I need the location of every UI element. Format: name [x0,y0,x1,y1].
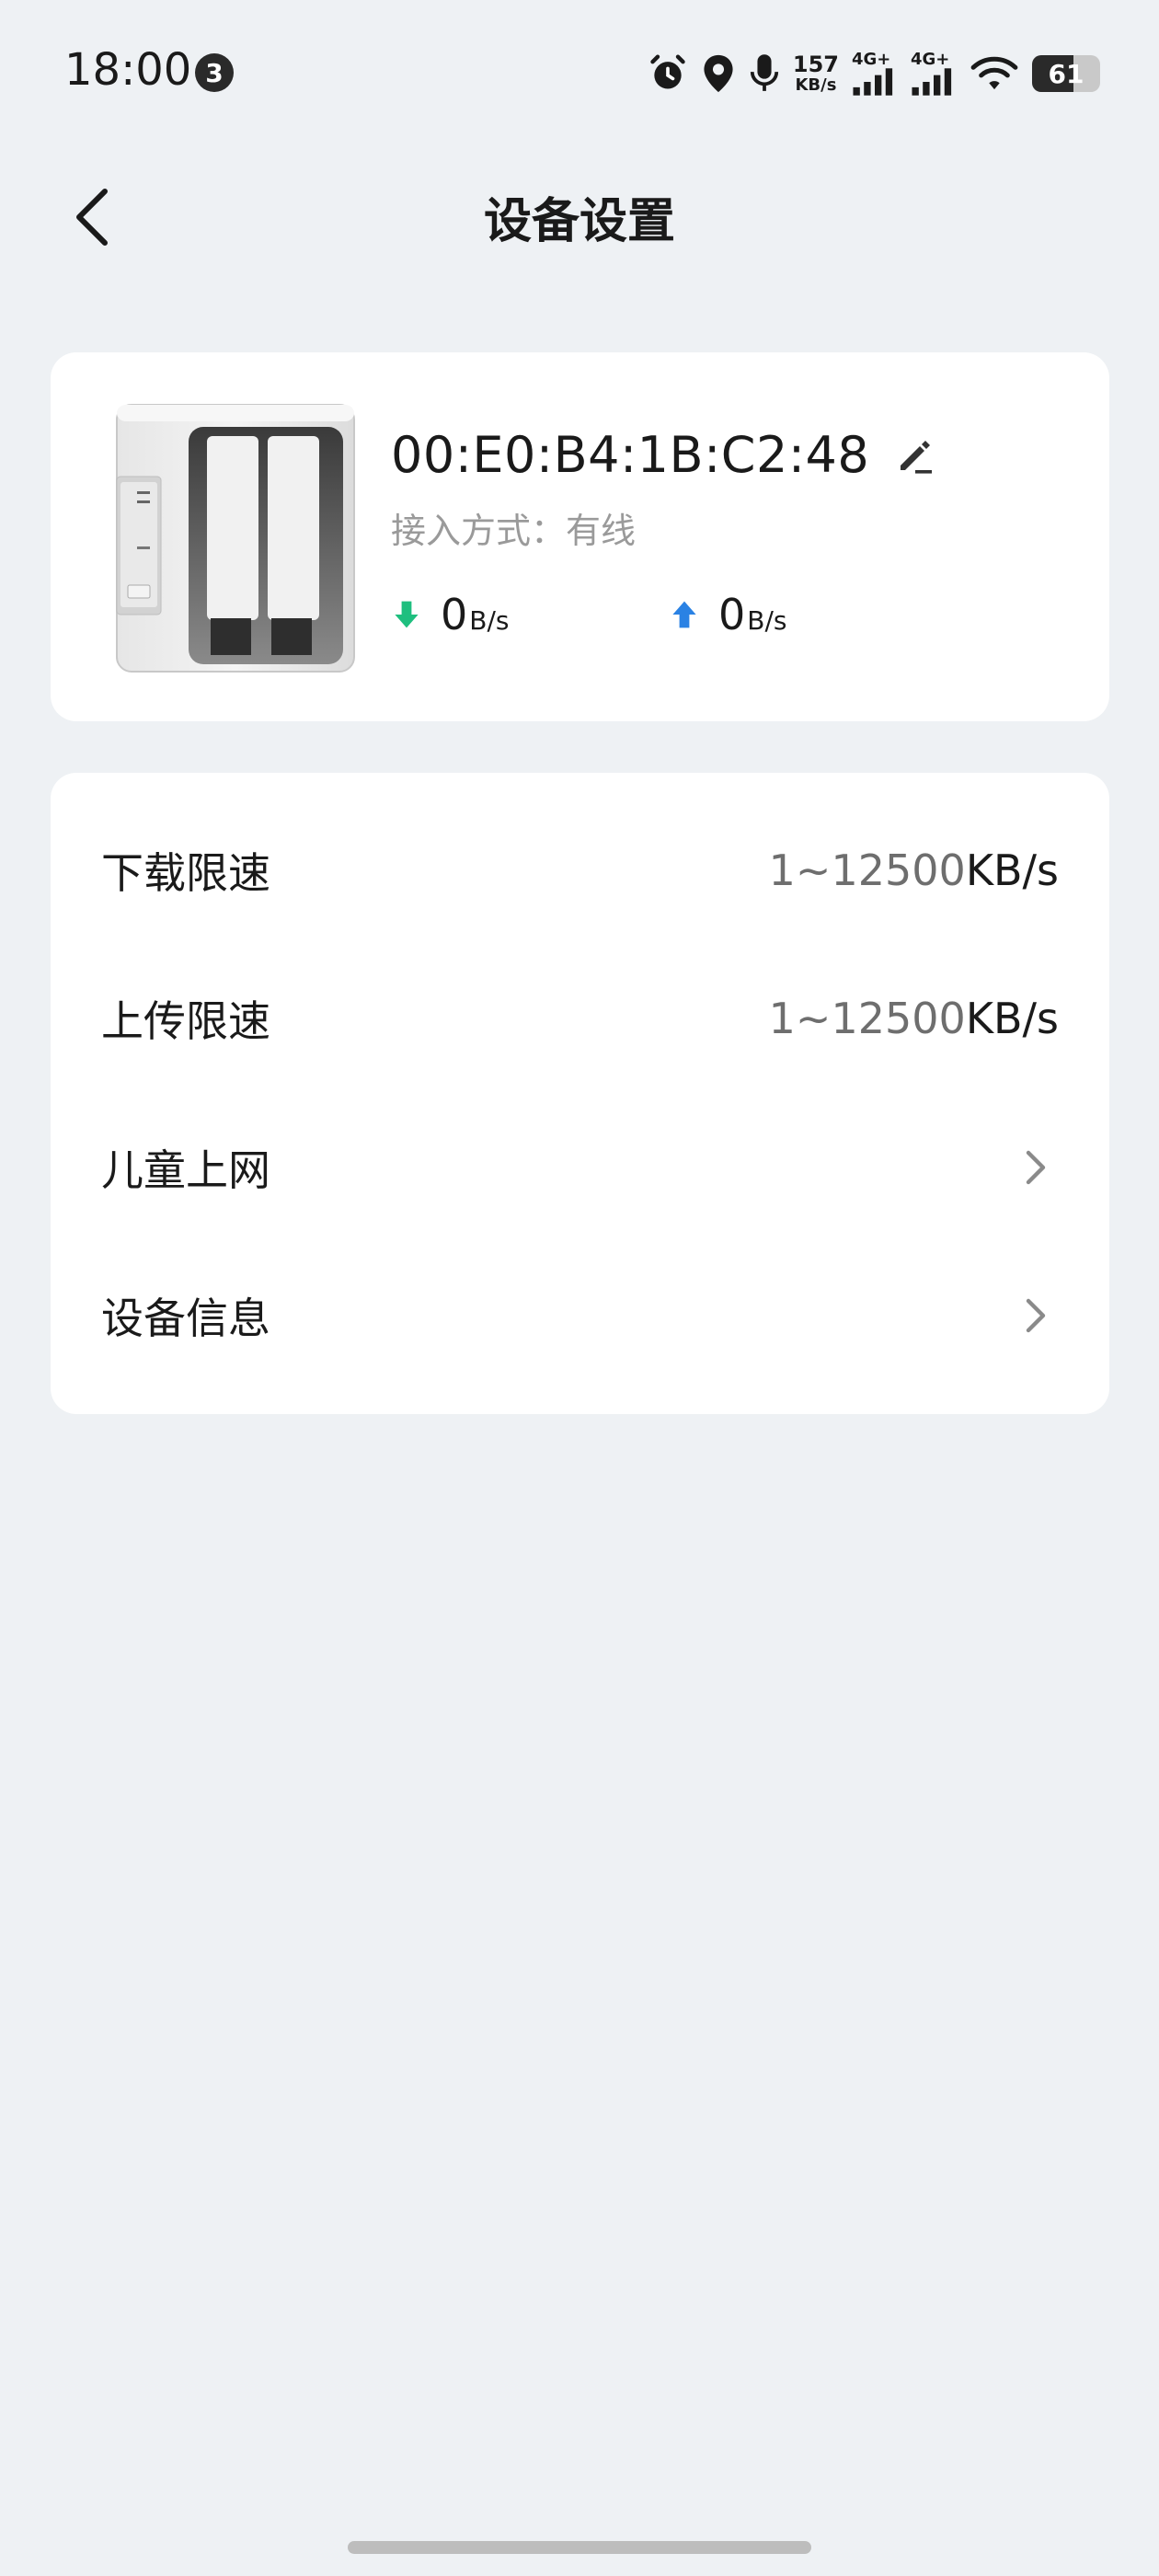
download-limit-range: 1~12500 [768,845,966,895]
signal-icon: 4G+ [911,52,957,96]
download-speed-unit: B/s [469,605,510,636]
location-icon [701,53,736,94]
battery-body: 61 [1032,55,1100,92]
download-limit-unit: KB/s [965,845,1059,895]
upload-speed: 0 B/s [669,590,947,639]
sim2-label: 4G+ [911,50,950,69]
device-image [115,403,363,679]
settings-item-download-limit[interactable]: 下载限速 1~12500 KB/s [51,796,1109,944]
device-card: 00:E0:B4:1B:C2:48 接入方式：有线 0 B/s 0 B/s [51,352,1109,721]
alarm-icon [648,53,688,94]
upload-limit-value: 1~12500 KB/s [769,994,1059,1043]
edit-icon [901,440,933,474]
network-speed-value: 157 [792,52,839,77]
chevron-right-icon [1017,1149,1054,1186]
header: 设备设置 [0,144,1159,282]
network-speed: 157 KB/s [793,53,839,94]
settings-list: 下载限速 1~12500 KB/s 上传限速 1~12500 KB/s 儿童上网… [51,773,1109,1414]
connection-type: 接入方式：有线 [391,511,637,551]
download-speed: 0 B/s [391,590,669,639]
arrow-up-icon [672,601,696,628]
network-speed-unit: KB/s [795,75,837,95]
status-time: 18:00 [64,44,192,96]
signal-icon: 4G+ [852,52,898,96]
sim1-label: 4G+ [852,50,891,69]
upload-speed-unit: B/s [747,605,787,636]
chevron-right-icon [1017,1297,1054,1334]
arrow-down-icon [395,601,419,628]
device-info: 00:E0:B4:1B:C2:48 接入方式：有线 0 B/s 0 B/s [391,352,1073,721]
notification-count-badge: 3 [195,53,234,92]
download-speed-value: 0 [441,590,468,639]
wifi-icon [970,54,1019,93]
upload-limit-label: 上传限速 [101,995,270,1046]
settings-item-upload-limit[interactable]: 上传限速 1~12500 KB/s [51,944,1109,1092]
download-limit-label: 下载限速 [101,847,270,898]
home-indicator[interactable] [348,2541,811,2554]
device-mac-address: 00:E0:B4:1B:C2:48 [391,426,870,484]
status-bar: 18:00 3 157 KB/s 4G+ 4G+ 61 [0,0,1159,144]
status-icons: 157 KB/s 4G+ 4G+ 61 [648,46,1100,101]
device-info-label: 设备信息 [101,1293,270,1343]
microphone-icon [749,52,780,95]
speed-row: 0 B/s 0 B/s [391,590,947,639]
upload-speed-value: 0 [718,590,746,639]
edit-name-button[interactable] [889,430,941,481]
child-internet-label: 儿童上网 [101,1144,270,1195]
page-title: 设备设置 [483,194,675,249]
download-limit-value: 1~12500 KB/s [769,845,1059,895]
upload-limit-unit: KB/s [965,993,1059,1043]
settings-item-device-info[interactable]: 设备信息 [51,1241,1109,1389]
settings-item-child-internet[interactable]: 儿童上网 [51,1093,1109,1241]
battery-icon: 61 [1032,55,1100,92]
battery-level: 61 [1048,58,1084,89]
mac-row: 00:E0:B4:1B:C2:48 [391,426,941,484]
upload-limit-range: 1~12500 [768,993,966,1043]
